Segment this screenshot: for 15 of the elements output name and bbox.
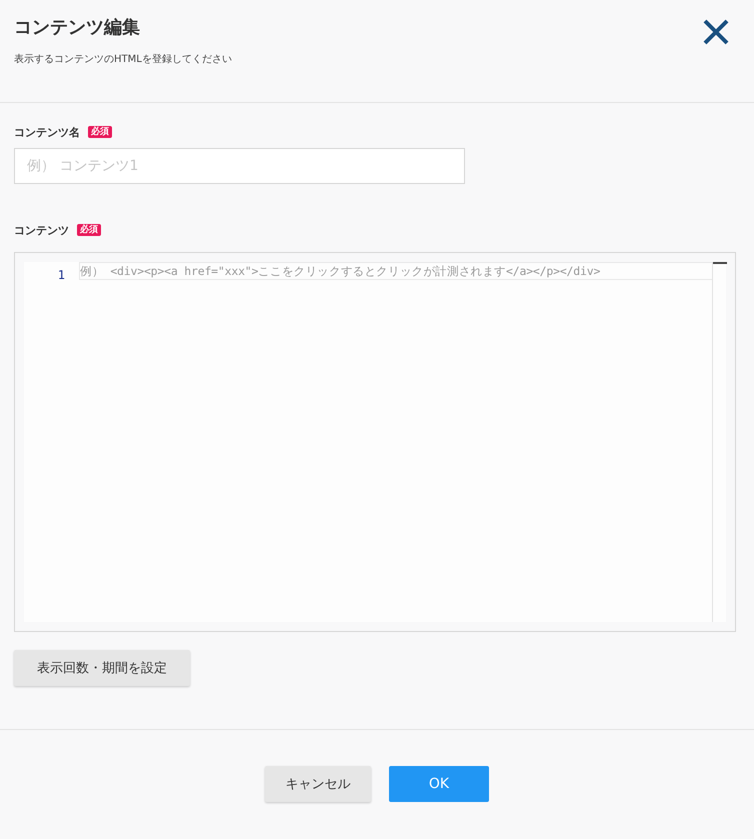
close-icon	[702, 18, 730, 46]
dialog-title: コンテンツ編集	[14, 16, 141, 40]
close-button[interactable]	[702, 18, 730, 46]
required-badge: 必須	[77, 224, 101, 236]
line-number: 1	[58, 268, 65, 282]
field-label: コンテンツ名	[14, 124, 80, 140]
cancel-button[interactable]: キャンセル	[265, 766, 371, 802]
required-badge: 必須	[88, 126, 112, 138]
dialog-subtitle: 表示するコンテンツのHTMLを登録してください	[14, 52, 232, 66]
name-input-field[interactable]: 例） コンテンツ1	[14, 148, 465, 184]
schedule-button[interactable]: 表示回数・期間を設定	[14, 650, 190, 686]
field-label: コンテンツ	[14, 222, 69, 238]
editor-placeholder: 例） <div><p><a href="xxx">ここをクリックするとクリックが計測されます</a></p></div>	[80, 264, 600, 278]
code-editor[interactable]: 1 例） <div><p><a href="xxx">ここをクリックするとクリックが計測されます</a></p></div>	[14, 252, 736, 632]
scrollbar-thumb[interactable]	[713, 262, 727, 264]
